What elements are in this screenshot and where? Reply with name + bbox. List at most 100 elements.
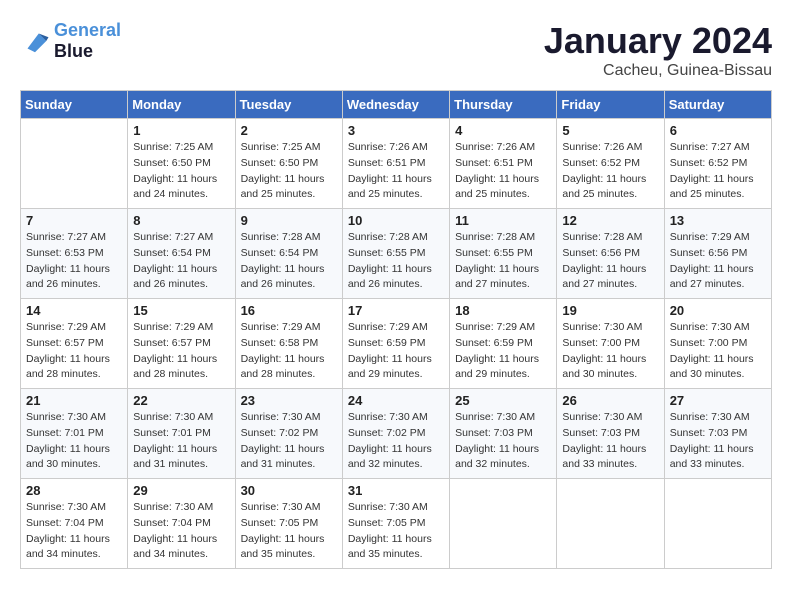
col-header-wednesday: Wednesday [342, 91, 449, 119]
week-row-2: 7Sunrise: 7:27 AMSunset: 6:53 PMDaylight… [21, 209, 772, 299]
day-cell: 24 Sunrise: 7:30 AMSunset: 7:02 PMDayligh… [342, 389, 449, 479]
day-cell: 10 Sunrise: 7:28 AMSunset: 6:55 PMDayligh… [342, 209, 449, 299]
col-header-friday: Friday [557, 91, 664, 119]
day-number: 22 [133, 393, 229, 408]
day-number: 11 [455, 213, 551, 228]
day-cell: 7Sunrise: 7:27 AMSunset: 6:53 PMDaylight… [21, 209, 128, 299]
week-row-5: 28 Sunrise: 7:30 AMSunset: 7:04 PMDayligh… [21, 479, 772, 569]
day-info: Sunrise: 7:25 AMSunset: 6:50 PMDaylight:… [241, 140, 337, 203]
day-number: 18 [455, 303, 551, 318]
col-header-monday: Monday [128, 91, 235, 119]
day-cell [664, 479, 771, 569]
day-number: 31 [348, 483, 444, 498]
day-info: Sunrise: 7:29 AMSunset: 6:57 PMDaylight:… [26, 320, 122, 383]
day-info: Sunrise: 7:30 AMSunset: 7:01 PMDaylight:… [133, 410, 229, 473]
logo: General Blue [20, 20, 121, 62]
day-info: Sunrise: 7:30 AMSunset: 7:04 PMDaylight:… [133, 500, 229, 563]
day-info: Sunrise: 7:29 AMSunset: 6:56 PMDaylight:… [670, 230, 766, 293]
day-info: Sunrise: 7:28 AMSunset: 6:54 PMDaylight:… [241, 230, 337, 293]
day-cell: 8Sunrise: 7:27 AMSunset: 6:54 PMDaylight… [128, 209, 235, 299]
day-number: 4 [455, 123, 551, 138]
day-info: Sunrise: 7:29 AMSunset: 6:59 PMDaylight:… [348, 320, 444, 383]
day-number: 29 [133, 483, 229, 498]
day-number: 5 [562, 123, 658, 138]
day-number: 6 [670, 123, 766, 138]
day-info: Sunrise: 7:25 AMSunset: 6:50 PMDaylight:… [133, 140, 229, 203]
day-number: 19 [562, 303, 658, 318]
day-cell: 12 Sunrise: 7:28 AMSunset: 6:56 PMDayligh… [557, 209, 664, 299]
col-header-thursday: Thursday [450, 91, 557, 119]
day-number: 13 [670, 213, 766, 228]
day-number: 28 [26, 483, 122, 498]
week-row-4: 21 Sunrise: 7:30 AMSunset: 7:01 PMDayligh… [21, 389, 772, 479]
day-info: Sunrise: 7:29 AMSunset: 6:59 PMDaylight:… [455, 320, 551, 383]
day-number: 10 [348, 213, 444, 228]
day-info: Sunrise: 7:30 AMSunset: 7:00 PMDaylight:… [562, 320, 658, 383]
day-info: Sunrise: 7:26 AMSunset: 6:51 PMDaylight:… [455, 140, 551, 203]
day-cell: 30Sunrise: 7:30 AMSunset: 7:05 PMDayligh… [235, 479, 342, 569]
col-header-sunday: Sunday [21, 91, 128, 119]
day-cell: 19 Sunrise: 7:30 AMSunset: 7:00 PMDayligh… [557, 299, 664, 389]
location: Cacheu, Guinea-Bissau [544, 62, 772, 80]
day-number: 14 [26, 303, 122, 318]
day-cell [21, 119, 128, 209]
day-cell: 9 Sunrise: 7:28 AMSunset: 6:54 PMDaylight… [235, 209, 342, 299]
day-number: 1 [133, 123, 229, 138]
day-number: 15 [133, 303, 229, 318]
day-info: Sunrise: 7:26 AMSunset: 6:51 PMDaylight:… [348, 140, 444, 203]
day-info: Sunrise: 7:30 AMSunset: 7:05 PMDaylight:… [241, 500, 337, 563]
day-cell [557, 479, 664, 569]
day-number: 26 [562, 393, 658, 408]
day-cell: 5Sunrise: 7:26 AMSunset: 6:52 PMDaylight… [557, 119, 664, 209]
day-cell: 21 Sunrise: 7:30 AMSunset: 7:01 PMDayligh… [21, 389, 128, 479]
day-number: 24 [348, 393, 444, 408]
week-row-1: 1 Sunrise: 7:25 AMSunset: 6:50 PMDaylight… [21, 119, 772, 209]
day-info: Sunrise: 7:30 AMSunset: 7:01 PMDaylight:… [26, 410, 122, 473]
day-cell: 16Sunrise: 7:29 AMSunset: 6:58 PMDayligh… [235, 299, 342, 389]
day-info: Sunrise: 7:30 AMSunset: 7:04 PMDaylight:… [26, 500, 122, 563]
day-info: Sunrise: 7:28 AMSunset: 6:56 PMDaylight:… [562, 230, 658, 293]
day-number: 21 [26, 393, 122, 408]
day-cell: 15 Sunrise: 7:29 AMSunset: 6:57 PMDayligh… [128, 299, 235, 389]
day-info: Sunrise: 7:29 AMSunset: 6:58 PMDaylight:… [241, 320, 337, 383]
day-cell: 26Sunrise: 7:30 AMSunset: 7:03 PMDayligh… [557, 389, 664, 479]
day-info: Sunrise: 7:27 AMSunset: 6:54 PMDaylight:… [133, 230, 229, 293]
day-info: Sunrise: 7:30 AMSunset: 7:02 PMDaylight:… [348, 410, 444, 473]
col-header-saturday: Saturday [664, 91, 771, 119]
day-cell [450, 479, 557, 569]
day-cell: 13 Sunrise: 7:29 AMSunset: 6:56 PMDayligh… [664, 209, 771, 299]
day-cell: 1 Sunrise: 7:25 AMSunset: 6:50 PMDaylight… [128, 119, 235, 209]
header-row: SundayMondayTuesdayWednesdayThursdayFrid… [21, 91, 772, 119]
day-number: 27 [670, 393, 766, 408]
day-number: 2 [241, 123, 337, 138]
day-number: 3 [348, 123, 444, 138]
day-cell: 4 Sunrise: 7:26 AMSunset: 6:51 PMDaylight… [450, 119, 557, 209]
col-header-tuesday: Tuesday [235, 91, 342, 119]
day-cell: 23Sunrise: 7:30 AMSunset: 7:02 PMDayligh… [235, 389, 342, 479]
day-number: 20 [670, 303, 766, 318]
day-number: 12 [562, 213, 658, 228]
calendar-table: SundayMondayTuesdayWednesdayThursdayFrid… [20, 90, 772, 569]
title-block: January 2024 Cacheu, Guinea-Bissau [544, 20, 772, 80]
day-number: 9 [241, 213, 337, 228]
day-cell: 17Sunrise: 7:29 AMSunset: 6:59 PMDayligh… [342, 299, 449, 389]
day-info: Sunrise: 7:30 AMSunset: 7:02 PMDaylight:… [241, 410, 337, 473]
logo-text: General Blue [54, 20, 121, 62]
day-info: Sunrise: 7:29 AMSunset: 6:57 PMDaylight:… [133, 320, 229, 383]
month-title: January 2024 [544, 20, 772, 62]
day-cell: 25Sunrise: 7:30 AMSunset: 7:03 PMDayligh… [450, 389, 557, 479]
day-info: Sunrise: 7:30 AMSunset: 7:05 PMDaylight:… [348, 500, 444, 563]
day-info: Sunrise: 7:28 AMSunset: 6:55 PMDaylight:… [455, 230, 551, 293]
day-cell: 18 Sunrise: 7:29 AMSunset: 6:59 PMDayligh… [450, 299, 557, 389]
day-info: Sunrise: 7:27 AMSunset: 6:52 PMDaylight:… [670, 140, 766, 203]
day-cell: 6 Sunrise: 7:27 AMSunset: 6:52 PMDaylight… [664, 119, 771, 209]
day-info: Sunrise: 7:28 AMSunset: 6:55 PMDaylight:… [348, 230, 444, 293]
day-number: 7 [26, 213, 122, 228]
day-info: Sunrise: 7:30 AMSunset: 7:00 PMDaylight:… [670, 320, 766, 383]
day-cell: 22 Sunrise: 7:30 AMSunset: 7:01 PMDayligh… [128, 389, 235, 479]
day-cell: 28 Sunrise: 7:30 AMSunset: 7:04 PMDayligh… [21, 479, 128, 569]
week-row-3: 14 Sunrise: 7:29 AMSunset: 6:57 PMDayligh… [21, 299, 772, 389]
page-header: General Blue January 2024 Cacheu, Guinea… [20, 20, 772, 80]
day-info: Sunrise: 7:30 AMSunset: 7:03 PMDaylight:… [670, 410, 766, 473]
day-info: Sunrise: 7:30 AMSunset: 7:03 PMDaylight:… [455, 410, 551, 473]
